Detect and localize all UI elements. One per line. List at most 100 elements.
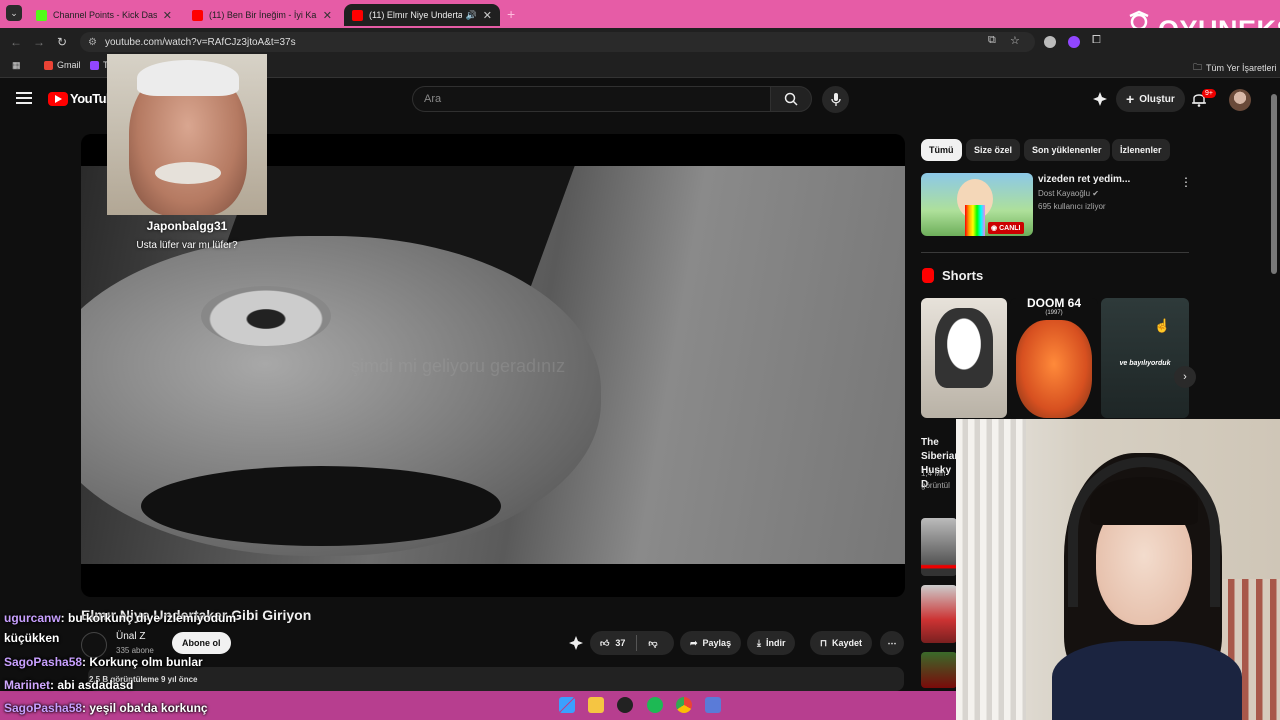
like-button[interactable]: 👍︎ 37 [600,638,625,649]
chat-message-continuation: küçükken [4,631,59,645]
chat-message: SagoPasha58: Korkunç olm bunlar [4,655,203,669]
short-thumbnail-2[interactable]: DOOM 64 (1997) [1010,298,1098,418]
close-tab-icon[interactable]: ✕ [163,9,172,22]
search-button[interactable] [770,86,812,112]
recommended-title[interactable]: vizeden ret yedim... [1038,174,1130,185]
tab-search-menu[interactable]: ⌄ [6,5,22,21]
app-icon[interactable] [705,697,721,713]
audio-playing-icon[interactable]: 🔊 [466,10,477,21]
file-explorer-icon[interactable] [588,697,604,713]
twitch-extension-icon[interactable] [1068,36,1080,48]
extensions-puzzle-icon[interactable]: ⧠ [1092,34,1101,47]
bookmark-label: Gmail [57,60,81,70]
search-input[interactable]: Ara [412,86,770,112]
youtube-favicon-icon [352,9,363,21]
chat-text: : Korkunç olm bunlar [82,655,203,669]
chat-username: ugurcanw [4,611,61,625]
short-views: 1,4 Mn görüntül [921,469,950,490]
shorts-logo-icon [922,268,934,283]
menu-hamburger-icon[interactable] [16,92,32,104]
subscribe-button[interactable]: Abone ol [172,632,231,654]
share-button[interactable]: ➦ Paylaş [680,631,742,655]
chat-message: Mariinet: abi asdadasd [4,678,133,692]
close-tab-icon[interactable]: ✕ [483,9,492,22]
recommended-channel-name: Dost Kayaoğlu [1038,189,1091,198]
short-thumbnail-1[interactable] [921,298,1007,418]
close-tab-icon[interactable]: ✕ [323,9,332,22]
chrome-icon[interactable] [676,697,692,713]
short-thumbnail-3[interactable]: ve bayılıyorduk [1101,298,1189,418]
account-avatar[interactable] [1229,89,1251,111]
reload-icon[interactable]: ↻ [57,35,67,49]
like-count: 37 [615,638,626,648]
all-bookmarks[interactable]: 🗀 Tüm Yer İşaretleri [1193,60,1277,76]
mouse-cursor-hand-icon: ☝ [1154,318,1171,333]
thumbs-up-icon: 👍︎ [600,637,610,648]
related-thumbnail-1[interactable] [921,518,957,576]
obs-icon[interactable] [617,697,633,713]
related-thumbnail-2[interactable] [921,585,957,643]
microphone-icon [830,92,841,106]
chat-username: SagoPasha58 [4,701,83,715]
channel-name[interactable]: Ünal Z [116,631,145,642]
tab-kick-dashboard[interactable]: Channel Points - Kick Dashboard ✕ [28,4,180,26]
chip-recent[interactable]: Son yüklenenler [1024,139,1110,161]
site-info-icon[interactable]: ⚙ [88,37,97,48]
back-arrow-icon[interactable]: ← [10,35,22,49]
apps-grid-icon[interactable]: ▦ [12,60,21,71]
search-placeholder: Ara [424,93,442,105]
husky-dog-image [935,308,993,388]
related-thumbnail-3[interactable] [921,652,957,688]
tab-title: Channel Points - Kick Dashboard [53,10,157,20]
bookmark-save-icon: ⊓ [820,637,828,648]
forward-arrow-icon[interactable]: → [33,35,45,49]
ai-sparkle-icon[interactable] [569,636,583,655]
save-button[interactable]: ⊓ Kaydet [810,631,873,655]
thumbs-down-icon[interactable]: 👎︎ [648,638,657,649]
recommended-channel[interactable]: Dost Kayaoğlu ✔ [1038,189,1099,198]
donation-alert-image [107,54,267,215]
download-label: İndir [765,638,786,648]
url-text: youtube.com/watch?v=RAfCJz3jtoA&t=37s [104,36,296,48]
spotify-icon[interactable] [647,697,663,713]
chat-text: küçükken [4,631,60,645]
tab-ben-bir-inegim[interactable]: (11) Ben Bir İneğim - İyi Kalite ✕ [184,4,340,26]
chat-username: SagoPasha58 [4,655,83,669]
chat-text: : abi asdadasd [50,678,134,692]
share-arrow-icon: ➦ [690,637,698,648]
short-label: DOOM 64 [1026,298,1081,310]
windows-start-icon[interactable] [559,697,575,713]
scrollbar-thumb[interactable] [1271,94,1277,274]
chip-watched[interactable]: İzlenenler [1112,139,1170,161]
chip-label: Son yüklenenler [1032,145,1102,155]
browser-address-bar: ← → ↻ ⚙ youtube.com/watch?v=RAfCJz3jtoA&… [0,28,1280,56]
cat-image [1016,320,1092,418]
section-divider [921,252,1189,253]
more-actions-button[interactable]: ⋯ [880,631,904,655]
url-omnibox[interactable]: ⚙ youtube.com/watch?v=RAfCJz3jtoA&t=37s [80,32,1035,52]
chip-all[interactable]: Tümü [921,139,962,161]
recommended-viewers: 695 kullanıcı izliyor [1038,202,1106,211]
ai-sparkle-icon[interactable] [1093,92,1107,111]
live-broadcast-icon: ◉ [991,225,998,232]
live-badge-label: CANLI [999,224,1021,232]
save-label: Kaydet [832,638,863,648]
download-button[interactable]: ⤓ İndir [747,631,796,655]
chat-text: : yeşil oba'da korkunç [82,701,208,715]
video-watermark-text: şimdi mi geliyoru geradınız [351,356,566,376]
shorts-next-chevron-icon[interactable]: › [1174,366,1196,388]
chip-for-you[interactable]: Size özel [966,139,1021,161]
install-app-icon[interactable]: ⧉ [988,34,996,47]
extension-icon[interactable] [1044,36,1056,48]
bookmark-gmail[interactable]: Gmail [44,60,81,70]
bookmark-star-icon[interactable]: ☆ [1010,34,1020,47]
live-badge: ◉ CANLI [988,222,1024,234]
browser-tab-bar: ⌄ Channel Points - Kick Dashboard ✕ (11)… [0,0,1280,28]
video-description-box[interactable] [88,667,904,691]
voice-search-button[interactable] [822,86,849,113]
more-options-icon[interactable]: ⋮ [1180,175,1192,189]
create-button[interactable]: + Oluştur [1116,86,1185,112]
bookmark-twitch[interactable]: T [90,60,109,70]
new-tab-icon[interactable]: + [507,6,515,22]
tab-elmir-undertaker[interactable]: (11) Elmır Niye Undertaker Gibi Giriyon … [344,4,500,26]
